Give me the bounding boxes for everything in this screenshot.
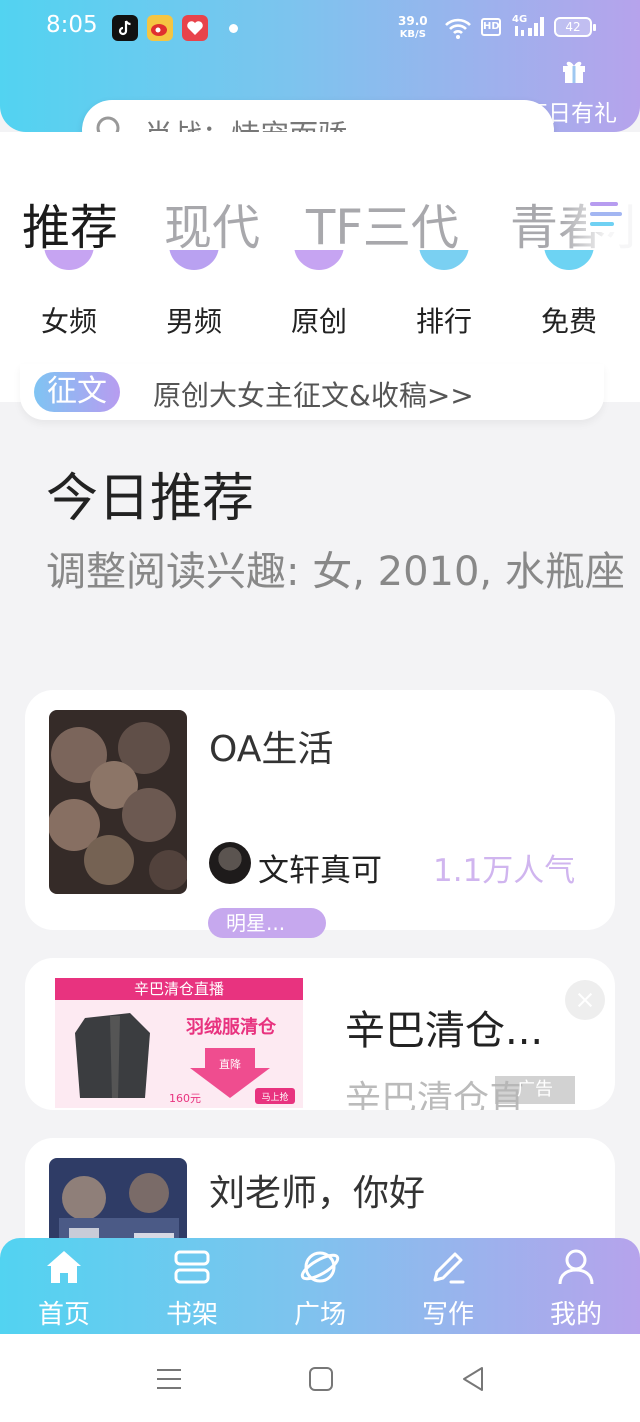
ad-label: 广告 [495,1076,575,1104]
book-card[interactable]: OA生活 文轩真可 1.1万人气 [25,690,615,930]
menu-icon[interactable] [154,1364,184,1394]
book-cover-image [49,710,187,894]
pen-icon [427,1246,469,1288]
tab-recommend[interactable]: 推荐 [22,188,118,258]
book-title[interactable]: OA生活 [209,720,333,772]
gift-icon[interactable] [560,56,588,84]
category-label: 女频 [40,305,97,338]
nav-bookshelf[interactable]: 书架 [137,1246,247,1331]
battery-icon: 42 [554,17,596,37]
book-popularity: 1.1万人气 [433,853,576,889]
tab-menu-icon[interactable] [586,196,626,232]
nav-home-label: 首页 [37,1300,90,1330]
clock: 8:05 [46,12,98,38]
planet-icon [299,1246,341,1288]
category-original-icon [294,250,344,270]
category-label: 男频 [165,305,222,338]
ad-title[interactable]: 辛巴清仓... [345,998,543,1056]
notification-dot [229,24,238,33]
category-female-icon [44,250,94,270]
signal-icon: 4G [512,14,546,38]
category-shortcuts: 女频 男频 原创 排行 免费 [0,250,640,340]
ad-card[interactable]: 辛巴清仓直播 羽绒服清仓 直降 160元 马上抢 辛巴清仓... 辛巴清仓直 广… [25,958,615,1110]
nav-home[interactable]: 首页 [9,1246,119,1331]
app-heart-icon [182,15,208,41]
category-free-icon [544,250,594,270]
ad-image-button: 马上抢 [261,1091,288,1103]
book-title[interactable]: 刘老师，你好 [209,1164,425,1216]
back-icon[interactable] [458,1364,488,1394]
section-title: 今日推荐 [46,469,255,529]
nav-profile[interactable]: 我的 [521,1246,631,1331]
ad-image-text: 羽绒服清仓 [186,1016,277,1038]
tab-modern[interactable]: 现代 [164,188,260,258]
close-icon[interactable] [565,980,605,1020]
nav-bookshelf-label: 书架 [165,1300,218,1330]
nav-profile-label: 我的 [549,1300,602,1330]
home-icon [43,1246,85,1288]
nav-square-label: 广场 [293,1300,346,1330]
category-label: 原创 [290,305,347,338]
tab-tf3[interactable]: TF三代 [306,188,459,258]
bottom-navigation: 首页 书架 广场 写作 我的 [0,1238,640,1334]
network-speed-value: 39.0 [398,14,428,28]
status-bar: 8:05 39.0 KB/S HD 4G 42 [0,0,640,56]
weibo-icon [147,15,173,41]
nav-write[interactable]: 写作 [393,1246,503,1331]
user-icon [555,1246,597,1288]
contest-text: 原创大女主征文&收稿>> [153,379,474,412]
book-author: 文轩真可 [258,853,382,889]
network-speed: 39.0 KB/S [398,15,428,41]
category-label: 排行 [415,305,472,338]
category-label: 免费 [540,305,597,338]
ad-image-header: 辛巴清仓直播 [134,980,224,998]
contest-banner[interactable]: 征文 原创大女主征文&收稿>> [20,364,604,420]
system-navigation-bar [0,1334,640,1422]
nav-square[interactable]: 广场 [265,1246,375,1331]
ad-image-price: 160元 [169,1092,201,1105]
wifi-icon [444,16,472,44]
ad-image: 辛巴清仓直播 羽绒服清仓 直降 160元 马上抢 [55,978,303,1108]
book-genre-tag: 明星... [208,908,326,938]
category-ranking-icon [419,250,469,270]
tiktok-icon [112,15,138,41]
home-square-icon[interactable] [306,1364,336,1394]
network-speed-unit: KB/S [399,29,426,40]
author-avatar [209,842,251,884]
interest-setting-link[interactable]: 调整阅读兴趣: 女, 2010, 水瓶座 [46,540,626,604]
contest-tag: 征文 [34,372,120,412]
nav-write-label: 写作 [421,1300,474,1330]
ad-image-arrow: 直降 [219,1057,241,1071]
category-male-icon [169,250,219,270]
bookshelf-icon [171,1246,213,1288]
hd-icon: HD [481,18,501,36]
